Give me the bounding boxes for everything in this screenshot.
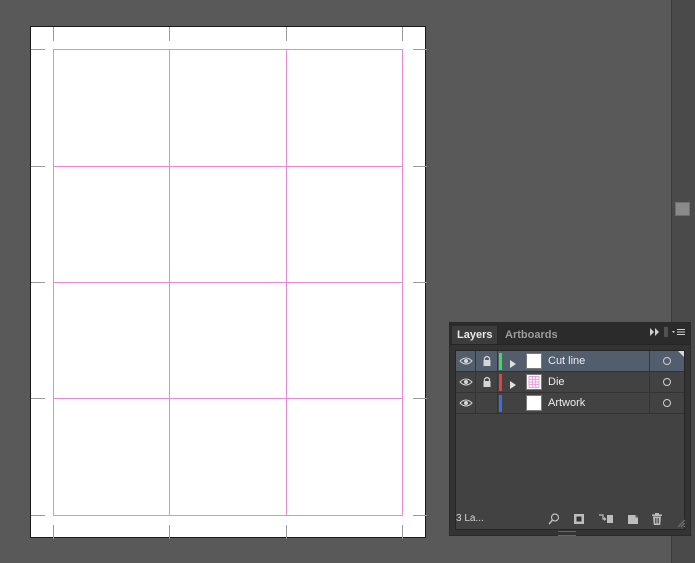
delete-layer-icon[interactable] xyxy=(650,512,664,531)
target-cell[interactable] xyxy=(649,393,684,413)
layer-name[interactable]: Die xyxy=(548,372,565,392)
target-cell[interactable] xyxy=(649,372,684,392)
tab-layers[interactable]: Layers xyxy=(452,326,498,344)
artboard[interactable] xyxy=(30,26,427,539)
layer-color-swatch xyxy=(499,395,502,412)
layer-name[interactable]: Artwork xyxy=(548,393,585,413)
create-sublayer-icon[interactable] xyxy=(598,512,614,531)
create-new-layer-icon[interactable] xyxy=(626,512,640,531)
panel-bottom-grip[interactable] xyxy=(558,531,576,536)
layers-panel: Layers Artboards Cut line Die Artwork 3 … xyxy=(449,322,691,536)
lock-toggle[interactable] xyxy=(476,393,498,413)
layer-row-artwork[interactable]: Artwork xyxy=(456,393,684,414)
make-clipping-mask-icon[interactable] xyxy=(572,512,586,531)
selection-indicator-icon xyxy=(678,351,684,357)
eye-icon xyxy=(459,378,473,386)
die-guides xyxy=(31,27,427,539)
layer-count: 3 La... xyxy=(456,513,484,524)
visibility-toggle[interactable] xyxy=(456,351,476,371)
resize-grip-icon[interactable] xyxy=(676,515,686,533)
target-circle-icon xyxy=(663,378,671,386)
panel-menu-icon[interactable] xyxy=(672,327,686,341)
target-circle-icon xyxy=(663,399,671,407)
tab-artboards[interactable]: Artboards xyxy=(500,326,563,344)
guide-lines xyxy=(53,49,403,516)
layer-thumbnail xyxy=(526,395,542,411)
panel-footer: 3 La... xyxy=(450,509,690,529)
lock-toggle[interactable] xyxy=(476,372,498,392)
layers-list: Cut line Die Artwork xyxy=(455,350,685,530)
lock-toggle[interactable] xyxy=(476,351,498,371)
layer-row-die[interactable]: Die xyxy=(456,372,684,393)
lock-icon xyxy=(483,355,491,366)
visibility-toggle[interactable] xyxy=(456,372,476,392)
lock-icon xyxy=(483,376,491,387)
scrollbar-thumb[interactable] xyxy=(675,202,690,216)
layer-thumbnail xyxy=(526,374,542,390)
panel-tab-bar: Layers Artboards xyxy=(450,323,690,345)
layer-row-cut-line[interactable]: Cut line xyxy=(456,351,684,372)
layer-color-swatch xyxy=(499,374,502,391)
target-cell[interactable] xyxy=(649,351,684,371)
visibility-toggle[interactable] xyxy=(456,393,476,413)
panel-divider xyxy=(664,327,668,342)
locate-object-icon[interactable] xyxy=(547,512,561,531)
layer-color-swatch xyxy=(499,353,502,370)
target-circle-icon xyxy=(663,357,671,365)
eye-icon xyxy=(459,399,473,407)
layer-thumbnail xyxy=(526,353,542,369)
collapse-icon[interactable] xyxy=(650,327,660,341)
eye-icon xyxy=(459,357,473,365)
layer-name[interactable]: Cut line xyxy=(548,351,585,371)
